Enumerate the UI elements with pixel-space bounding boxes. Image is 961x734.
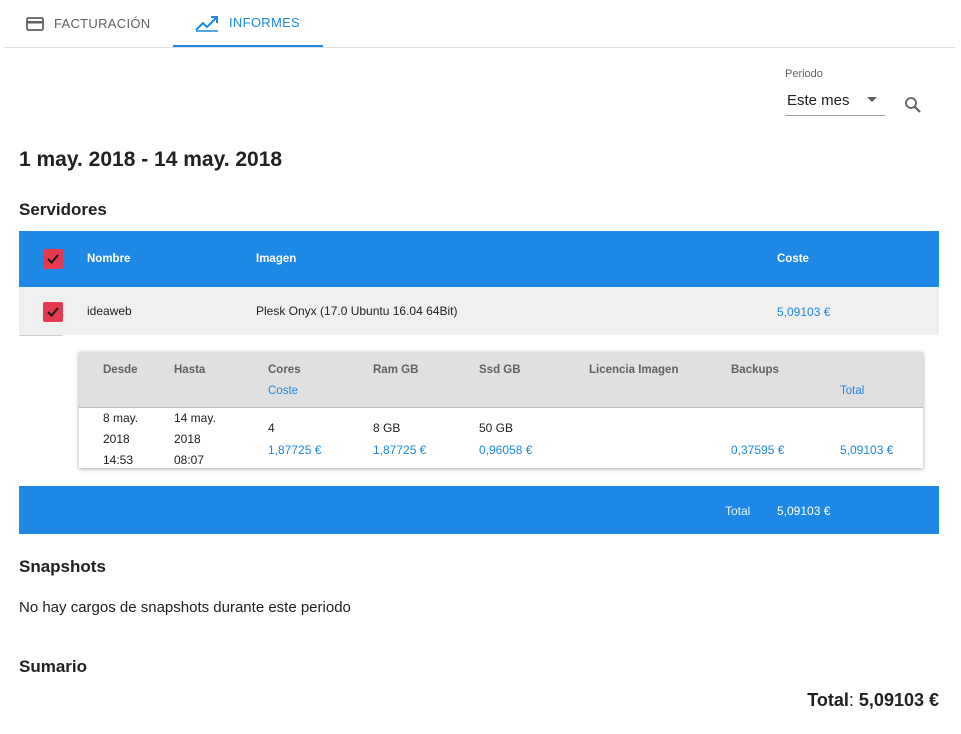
detail-header-cores: Cores — [268, 364, 301, 376]
detail-header-ssd: Ssd GB — [479, 364, 521, 376]
detail-header-license: Licencia Imagen — [589, 364, 679, 376]
check-icon — [47, 307, 59, 317]
period-label: Periodo — [785, 68, 823, 80]
server-name: ideaweb — [87, 304, 132, 318]
header-cost: Coste — [777, 253, 809, 265]
detail-header-from: Desde — [103, 364, 138, 376]
server-cost: 5,09103 € — [777, 305, 831, 319]
grand-total-value: 5,09103 € — [858, 690, 939, 710]
detail-header: Desde Hasta Cores Coste Ram GB Ssd GB Li… — [79, 352, 923, 408]
period-select-value: Este mes — [787, 92, 850, 109]
period-select[interactable]: Este mes — [785, 92, 885, 116]
summary-title: Sumario — [19, 657, 88, 676]
snapshots-title: Snapshots — [19, 557, 106, 576]
detail-from-year: 2018 — [103, 432, 130, 446]
detail-header-backups: Backups — [731, 364, 779, 376]
row-checkbox[interactable] — [43, 302, 63, 322]
detail-total: 5,09103 € — [840, 443, 894, 457]
detail-ram-cost: 1,87725 € — [373, 443, 427, 457]
detail-cores: 4 — [268, 421, 275, 435]
detail-to-time: 08:07 — [174, 453, 205, 467]
server-detail-card: Desde Hasta Cores Coste Ram GB Ssd GB Li… — [79, 352, 923, 468]
snapshots-empty-message: No hay cargos de snapshots durante este … — [19, 599, 351, 616]
detail-to-date: 14 may. — [174, 411, 216, 425]
server-image: Plesk Onyx (17.0 Ubuntu 16.04 64Bit) — [256, 304, 458, 318]
select-all-checkbox[interactable] — [43, 249, 63, 269]
detail-ssd: 50 GB — [479, 421, 514, 435]
servers-total-value: 5,09103 € — [777, 504, 831, 518]
check-icon — [47, 254, 59, 264]
credit-card-icon — [26, 16, 44, 31]
search-icon — [902, 97, 924, 120]
detail-header-ram: Ram GB — [373, 364, 419, 376]
servers-table-header: Nombre Imagen Coste — [19, 231, 939, 287]
detail-ram: 8 GB — [373, 421, 401, 435]
tab-informes[interactable]: INFORMES — [173, 0, 323, 47]
detail-to-year: 2018 — [174, 432, 201, 446]
tab-informes-label: INFORMES — [229, 15, 301, 30]
tab-facturacion-label: FACTURACIÓN — [54, 16, 151, 31]
trending-up-icon — [195, 14, 219, 32]
divider — [19, 335, 63, 336]
detail-header-to: Hasta — [174, 364, 206, 376]
detail-from: 8 may. 2018 14:53 — [103, 408, 138, 471]
detail-backups-cost: 0,37595 € — [731, 443, 785, 457]
detail-to: 14 may. 2018 08:07 — [174, 408, 216, 471]
header-image: Imagen — [256, 253, 297, 265]
detail-header-total: Total — [840, 385, 865, 397]
detail-cores-cost: 1,87725 € — [268, 443, 322, 457]
chevron-down-icon — [867, 97, 877, 102]
servers-title: Servidores — [19, 200, 107, 219]
search-button[interactable] — [902, 94, 924, 116]
header-name: Nombre — [87, 253, 131, 265]
grand-total-label: Total — [807, 690, 849, 710]
detail-ssd-cost: 0,96058 € — [479, 443, 533, 457]
date-range-title: 1 may. 2018 - 14 may. 2018 — [19, 148, 283, 171]
servers-total-label: Total — [725, 504, 751, 518]
table-row[interactable]: ideaweb Plesk Onyx (17.0 Ubuntu 16.04 64… — [19, 287, 939, 335]
detail-from-date: 8 may. — [103, 411, 139, 425]
tab-facturacion[interactable]: FACTURACIÓN — [4, 0, 173, 47]
servers-total-bar: Total 5,09103 € — [19, 486, 939, 534]
detail-header-cost: Coste — [268, 385, 299, 397]
tab-bar: FACTURACIÓN INFORMES — [4, 0, 955, 48]
detail-from-time: 14:53 — [103, 453, 134, 467]
grand-total: Total: 5,09103 € — [807, 690, 939, 710]
